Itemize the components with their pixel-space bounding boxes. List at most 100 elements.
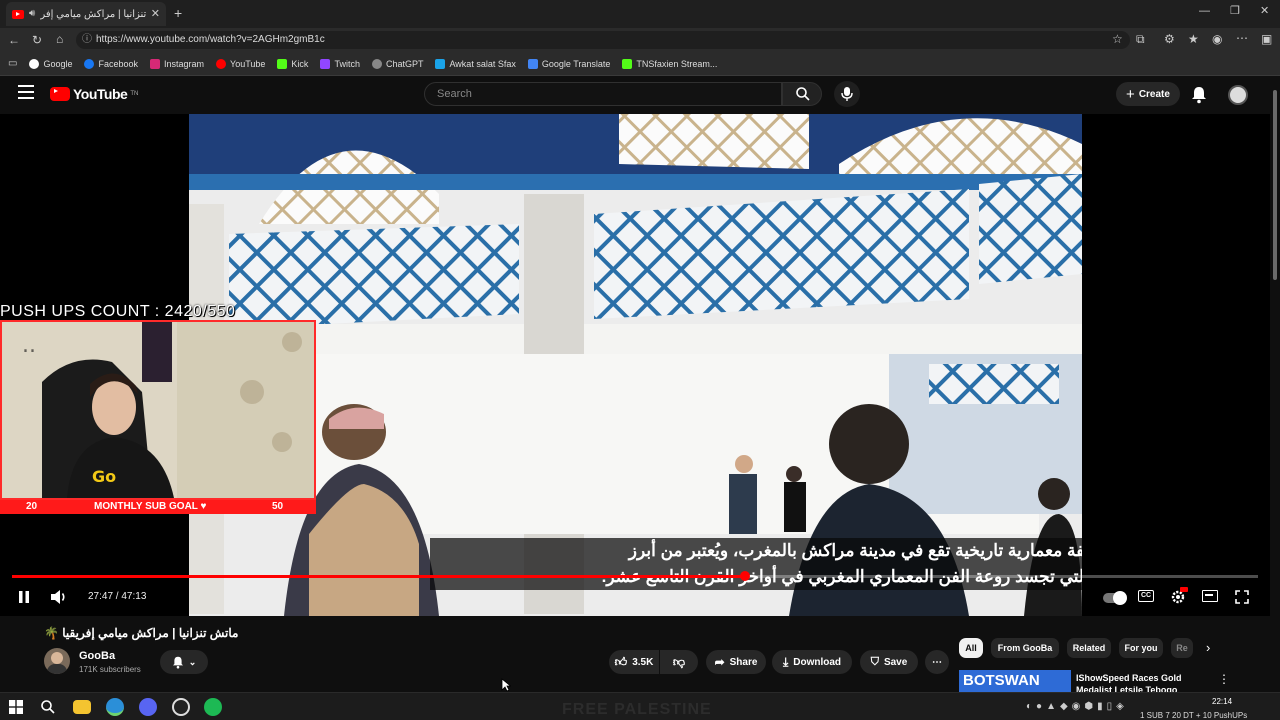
reload-icon[interactable]: ↻ bbox=[32, 34, 42, 46]
spotify-icon[interactable] bbox=[204, 698, 222, 716]
more-actions-button[interactable]: ⋯ bbox=[925, 650, 949, 674]
thumbs-up-icon: 👍︎ bbox=[614, 654, 628, 669]
thumbnail-text: BOTSWAN bbox=[963, 672, 1040, 689]
free-palestine-banner: FREE PALESTINE bbox=[562, 701, 712, 718]
bookmarks-app-icon[interactable]: ▭ bbox=[8, 58, 17, 69]
youtube-favicon-icon bbox=[12, 9, 24, 19]
back-icon[interactable]: ← bbox=[8, 34, 20, 46]
site-info-icon[interactable]: ⓘ bbox=[82, 31, 92, 49]
recommendation-menu-icon[interactable]: ⋮ bbox=[1218, 672, 1230, 686]
svg-text:..: .. bbox=[22, 333, 36, 358]
volume-icon[interactable] bbox=[50, 589, 68, 605]
youtube-logo[interactable]: YouTube TN bbox=[50, 86, 138, 102]
scrollbar-thumb[interactable] bbox=[1273, 90, 1277, 280]
speaker-icon[interactable]: 🔊︎ bbox=[29, 9, 35, 19]
video-player[interactable]: قصر الباهية هو تحفة معمارية تاريخية تقع … bbox=[0, 114, 1270, 616]
notifications-bell-icon[interactable] bbox=[1191, 86, 1207, 104]
bookmark-tnsfaxien[interactable]: TNSfaxien Stream... bbox=[622, 58, 717, 69]
save-button[interactable]: ⛉ Save bbox=[860, 650, 918, 674]
download-button[interactable]: ⤓ Download bbox=[772, 650, 852, 674]
bookmark-google[interactable]: Google bbox=[29, 58, 72, 69]
bookmarks-bar: ▭ Google Facebook Instagram YouTube Kick… bbox=[0, 52, 1280, 76]
chip-recently-uploaded[interactable]: Re bbox=[1171, 638, 1193, 658]
progress-played bbox=[12, 575, 745, 578]
chip-all[interactable]: All bbox=[959, 638, 983, 658]
bookmark-facebook[interactable]: Facebook bbox=[84, 58, 138, 69]
subgoal-label: MONTHLY SUB GOAL ♥ bbox=[94, 501, 207, 512]
collections-icon[interactable]: ⚙︎ bbox=[1164, 33, 1175, 45]
create-button[interactable]: + Create bbox=[1116, 82, 1180, 106]
fullscreen-icon[interactable] bbox=[1235, 590, 1249, 604]
bookmark-icon: ⛉ bbox=[870, 655, 879, 668]
channel-name[interactable]: GooBa bbox=[79, 650, 115, 662]
like-button[interactable]: 👍︎ 3.5K bbox=[609, 650, 659, 674]
bookmark-google-translate[interactable]: Google Translate bbox=[527, 58, 610, 69]
progress-scrubber[interactable] bbox=[739, 571, 750, 581]
maximize-icon[interactable]: ❐ bbox=[1230, 6, 1240, 17]
miniplayer-icon[interactable] bbox=[1202, 590, 1218, 602]
captions-icon[interactable]: CC bbox=[1138, 590, 1154, 602]
bookmark-youtube[interactable]: YouTube bbox=[216, 58, 265, 69]
plus-icon: + bbox=[1126, 85, 1135, 103]
video-frame[interactable]: قصر الباهية هو تحفة معمارية تاريخية تقع … bbox=[189, 114, 1082, 616]
more-menu-icon[interactable]: ⋯ bbox=[1236, 32, 1248, 44]
system-tray-icons[interactable]: ◐●▲◆◉⬢▮▯◈ bbox=[1026, 701, 1128, 712]
share-button[interactable]: ➦ Share bbox=[706, 650, 766, 674]
extensions-icon[interactable]: ⧉ bbox=[1136, 33, 1145, 45]
voice-search-button[interactable] bbox=[834, 81, 860, 107]
chips-next-arrow-icon[interactable]: › bbox=[1206, 640, 1210, 655]
pause-icon[interactable] bbox=[17, 590, 31, 604]
time-display: 27:47 / 47:13 bbox=[88, 591, 146, 602]
new-tab-icon[interactable]: + bbox=[174, 6, 182, 20]
player-controls: 27:47 / 47:13 CC bbox=[0, 584, 1270, 612]
translate-icon bbox=[527, 58, 538, 69]
recommendation-thumbnail[interactable]: BOTSWAN bbox=[959, 670, 1071, 692]
bookmark-kick[interactable]: Kick bbox=[277, 58, 308, 69]
bookmark-instagram[interactable]: Instagram bbox=[150, 58, 204, 69]
autoplay-toggle[interactable] bbox=[1103, 591, 1127, 605]
tab-close-icon[interactable]: ✕ bbox=[151, 8, 160, 20]
obs-icon[interactable] bbox=[172, 698, 190, 716]
browser-tab[interactable]: 🔊︎ ماتش تنزانيا | مراكش ميامي إفر ✕ bbox=[6, 2, 166, 26]
account-avatar[interactable] bbox=[1228, 85, 1248, 105]
search-input[interactable]: Search bbox=[424, 82, 782, 106]
url-field[interactable]: ⓘ https://www.youtube.com/watch?v=2AGHm2… bbox=[76, 31, 1130, 49]
profile-icon[interactable]: ◉ bbox=[1212, 33, 1222, 45]
favorite-star-icon[interactable]: ☆ bbox=[1112, 33, 1123, 45]
window-close-icon[interactable]: ✕ bbox=[1260, 6, 1269, 17]
edge-browser-icon[interactable] bbox=[106, 698, 124, 716]
download-icon: ⤓ bbox=[782, 654, 789, 669]
subgoal-current: 20 bbox=[26, 501, 38, 512]
instagram-icon bbox=[150, 58, 161, 69]
sidebar-toggle-icon[interactable]: ▣ bbox=[1261, 33, 1272, 45]
progress-bar[interactable] bbox=[12, 571, 1258, 581]
minimize-icon[interactable]: — bbox=[1199, 6, 1210, 17]
chip-from-gooba[interactable]: From GooBa bbox=[991, 638, 1059, 658]
chip-for-you[interactable]: For you bbox=[1119, 638, 1163, 658]
subscribed-bell-button[interactable]: ⌄ bbox=[160, 650, 208, 674]
page-scrollbar[interactable] bbox=[1270, 76, 1280, 692]
file-explorer-icon[interactable] bbox=[73, 700, 91, 714]
bookmark-awkat-salat[interactable]: Awkat salat Sfax bbox=[435, 58, 516, 69]
clock[interactable]: 22:14 bbox=[1212, 697, 1232, 706]
autoplay-knob-icon bbox=[1113, 591, 1127, 605]
chip-related[interactable]: Related bbox=[1067, 638, 1111, 658]
channel-avatar[interactable] bbox=[44, 648, 70, 674]
video-title: ماتش تنزانيا | مراكش ميامي إفريقيا 🌴 bbox=[44, 626, 239, 640]
home-icon[interactable]: ⌂ bbox=[56, 33, 63, 45]
search-icon[interactable] bbox=[40, 699, 56, 715]
facebook-icon bbox=[84, 58, 95, 69]
kick-icon bbox=[277, 58, 288, 69]
windows-start-icon[interactable] bbox=[9, 700, 23, 714]
like-count: 3.5K bbox=[632, 656, 654, 668]
discord-icon[interactable] bbox=[139, 698, 157, 716]
youtube-icon bbox=[216, 58, 227, 69]
favorites-icon[interactable]: ★ bbox=[1188, 33, 1199, 45]
search-button[interactable] bbox=[782, 82, 822, 106]
dislike-button[interactable]: 👎︎ bbox=[660, 650, 698, 674]
bookmark-chatgpt[interactable]: ChatGPT bbox=[371, 58, 423, 69]
menu-icon[interactable] bbox=[18, 85, 34, 99]
thumbs-down-icon: 👎︎ bbox=[672, 654, 686, 669]
bookmark-twitch[interactable]: Twitch bbox=[320, 58, 360, 69]
url-text: https://www.youtube.com/watch?v=2AGHm2gm… bbox=[96, 34, 325, 45]
